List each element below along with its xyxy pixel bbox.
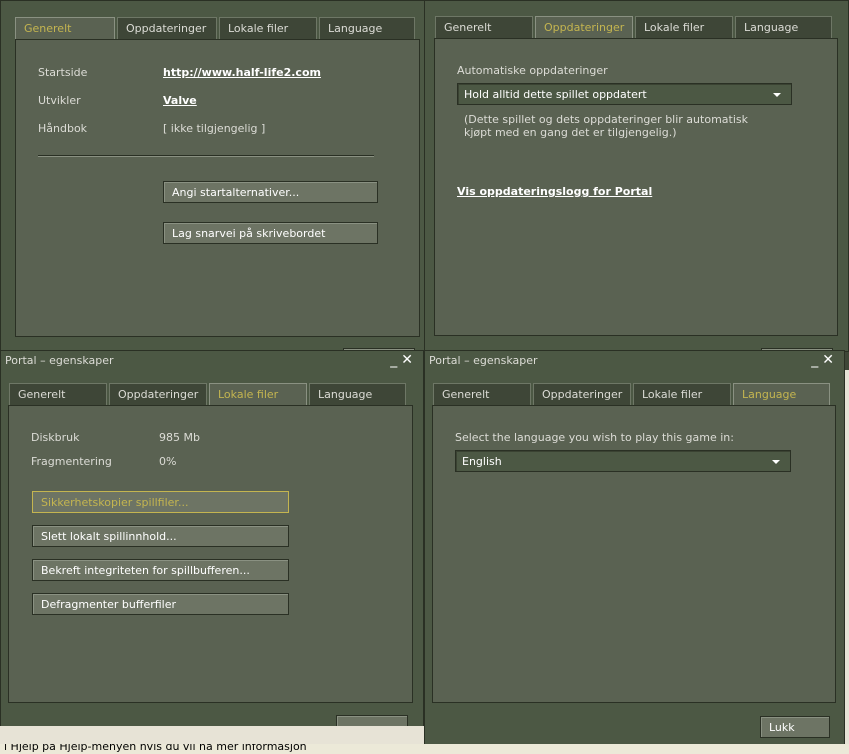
- tab-local-files[interactable]: Lokale filer: [633, 383, 731, 405]
- tab-general[interactable]: Generelt: [9, 383, 107, 405]
- properties-window-language: Portal – egenskaper _✕ Generelt Oppdater…: [424, 350, 845, 747]
- defragment-cache-button[interactable]: Defragmenter bufferfiler: [32, 593, 289, 615]
- language-dropdown[interactable]: English: [455, 450, 791, 472]
- tab-general[interactable]: Generelt: [433, 383, 531, 405]
- background-strip: [0, 726, 424, 744]
- set-launch-options-button[interactable]: Angi startalternativer...: [163, 181, 378, 203]
- tab-local-files[interactable]: Lokale filer: [219, 17, 317, 39]
- language-selected: English: [462, 455, 502, 468]
- developer-link[interactable]: Valve: [163, 94, 197, 107]
- tab-language[interactable]: Language: [309, 383, 406, 405]
- tab-bar: Generelt Oppdateringer Lokale filer Lang…: [15, 17, 421, 39]
- developer-label: Utvikler: [38, 94, 81, 107]
- homepage-label: Startside: [38, 66, 88, 79]
- close-icon[interactable]: ✕: [822, 352, 838, 368]
- tab-local-files[interactable]: Lokale filer: [209, 383, 307, 405]
- language-panel: Select the language you wish to play thi…: [432, 405, 836, 703]
- tab-language[interactable]: Language: [733, 383, 830, 405]
- delete-local-content-button[interactable]: Slett lokalt spillinnhold...: [32, 525, 289, 547]
- auto-update-note-line1: (Dette spillet og dets oppdateringer bli…: [464, 113, 748, 126]
- backup-game-files-button[interactable]: Sikkerhetskopier spillfiler...: [32, 491, 289, 513]
- minimize-icon[interactable]: _: [390, 352, 401, 368]
- homepage-link[interactable]: http://www.half-life2.com: [163, 66, 321, 79]
- window-controls: _✕: [390, 352, 417, 368]
- properties-window-local-files: Portal – egenskaper _✕ Generelt Oppdater…: [0, 350, 424, 744]
- tab-language[interactable]: Language: [735, 16, 832, 38]
- manual-label: Håndbok: [38, 122, 88, 135]
- chevron-down-icon: [772, 460, 780, 464]
- fragmentation-value: 0%: [159, 455, 177, 468]
- close-button[interactable]: Lukk: [760, 716, 830, 738]
- update-log-link[interactable]: Vis oppdateringslogg for Portal: [457, 185, 652, 198]
- create-desktop-shortcut-button[interactable]: Lag snarvei på skrivebordet: [163, 222, 378, 244]
- tab-updates[interactable]: Oppdateringer: [533, 383, 631, 405]
- tab-bar: Generelt Oppdateringer Lokale filer Lang…: [435, 16, 842, 38]
- tab-general[interactable]: Generelt: [15, 17, 115, 39]
- manual-value: [ ikke tilgjengelig ]: [163, 122, 266, 135]
- disk-usage-label: Diskbruk: [31, 431, 80, 444]
- local-files-panel: Diskbruk 985 Mb Fragmentering 0% Sikkerh…: [8, 405, 413, 703]
- auto-update-selected: Hold alltid dette spillet oppdatert: [464, 88, 647, 101]
- tab-updates[interactable]: Oppdateringer: [109, 383, 207, 405]
- window-title: Portal – egenskaper: [429, 354, 538, 367]
- tab-bar: Generelt Oppdateringer Lokale filer Lang…: [9, 383, 417, 405]
- chevron-down-icon: [773, 93, 781, 97]
- language-prompt: Select the language you wish to play thi…: [455, 431, 734, 444]
- window-titlebar[interactable]: Portal – egenskaper _✕: [1, 351, 423, 371]
- tab-local-files[interactable]: Lokale filer: [635, 16, 733, 38]
- window-title: Portal – egenskaper: [5, 354, 114, 367]
- close-icon[interactable]: ✕: [401, 352, 417, 368]
- tab-general[interactable]: Generelt: [435, 16, 533, 38]
- auto-update-note-line2: kjøpt med en gang det er tilgjengelig.): [464, 126, 677, 139]
- status-bar: i Hjelp på Hjelp-menyen hvis du vil ha m…: [0, 744, 849, 754]
- disk-usage-value: 985 Mb: [159, 431, 200, 444]
- auto-updates-heading: Automatiske oppdateringer: [457, 64, 608, 77]
- verify-cache-integrity-button[interactable]: Bekreft integriteten for spillbufferen..…: [32, 559, 289, 581]
- auto-update-dropdown[interactable]: Hold alltid dette spillet oppdatert: [457, 83, 792, 105]
- window-controls: _✕: [811, 352, 838, 368]
- tab-updates[interactable]: Oppdateringer: [535, 16, 633, 38]
- divider: [38, 155, 374, 157]
- properties-window-general: Generelt Oppdateringer Lokale filer Lang…: [0, 0, 428, 354]
- minimize-icon[interactable]: _: [811, 352, 822, 368]
- general-panel: Startside http://www.half-life2.com Utvi…: [15, 39, 420, 337]
- properties-window-updates: Generelt Oppdateringer Lokale filer Lang…: [424, 0, 849, 354]
- updates-panel: Automatiske oppdateringer Hold alltid de…: [434, 38, 838, 336]
- tab-bar: Generelt Oppdateringer Lokale filer Lang…: [433, 383, 838, 405]
- tab-language[interactable]: Language: [319, 17, 415, 39]
- fragmentation-label: Fragmentering: [31, 455, 112, 468]
- status-text: i Hjelp på Hjelp-menyen hvis du vil ha m…: [4, 744, 307, 753]
- tab-updates[interactable]: Oppdateringer: [117, 17, 217, 39]
- background-strip: [845, 370, 849, 744]
- window-titlebar[interactable]: Portal – egenskaper _✕: [425, 351, 844, 371]
